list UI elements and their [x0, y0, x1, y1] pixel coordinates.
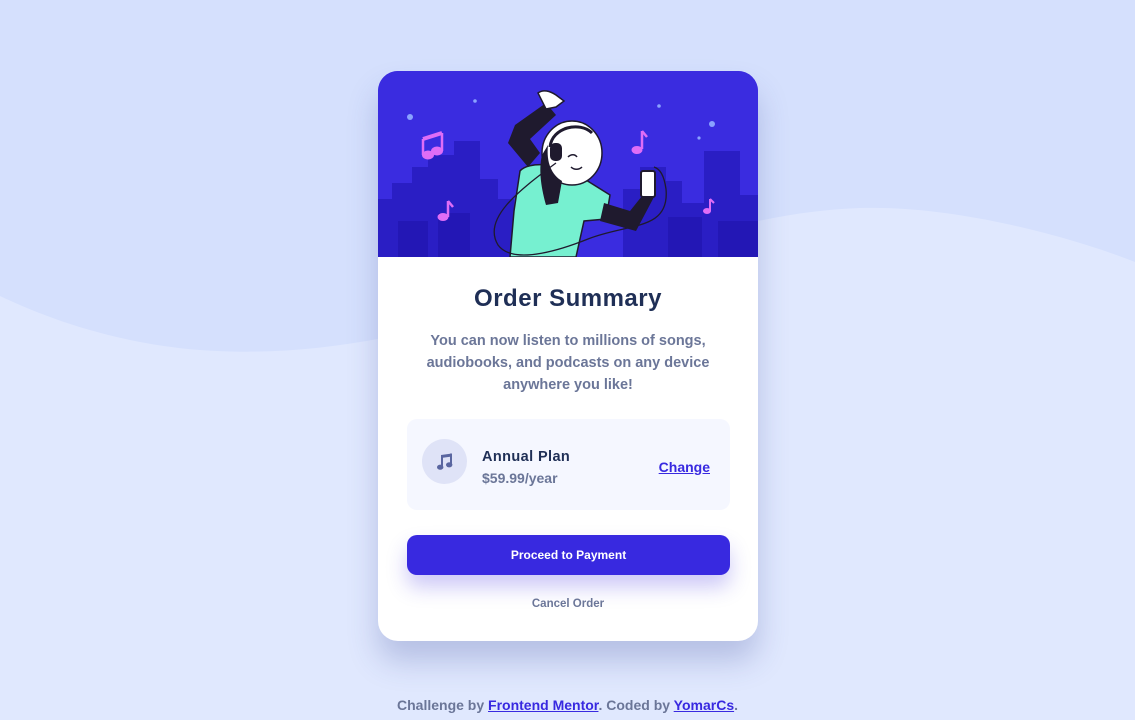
attribution-middle: . Coded by	[598, 697, 674, 713]
plan-name: Annual Plan	[482, 449, 571, 465]
page-title: Order Summary	[474, 285, 662, 312]
attribution-prefix: Challenge by	[397, 697, 489, 713]
change-plan-link[interactable]: Change	[659, 459, 710, 475]
frontend-mentor-link[interactable]: Frontend Mentor	[488, 697, 598, 713]
cancel-order-button[interactable]: Cancel Order	[378, 598, 758, 610]
hero-illustration	[378, 71, 758, 257]
author-link[interactable]: YomarCs	[674, 697, 734, 713]
plan-summary: Annual Plan $59.99/year Change	[407, 419, 730, 510]
order-summary-card: Order Summary You can now listen to mill…	[378, 71, 758, 641]
card-description: You can now listen to millions of songs,…	[426, 333, 710, 393]
attribution-suffix: .	[734, 697, 738, 713]
attribution-footer: Challenge by Frontend Mentor. Coded by Y…	[0, 697, 1135, 713]
proceed-to-payment-button[interactable]: Proceed to Payment	[407, 535, 730, 575]
music-note-icon	[422, 439, 467, 484]
plan-price: $59.99/year	[482, 470, 558, 486]
